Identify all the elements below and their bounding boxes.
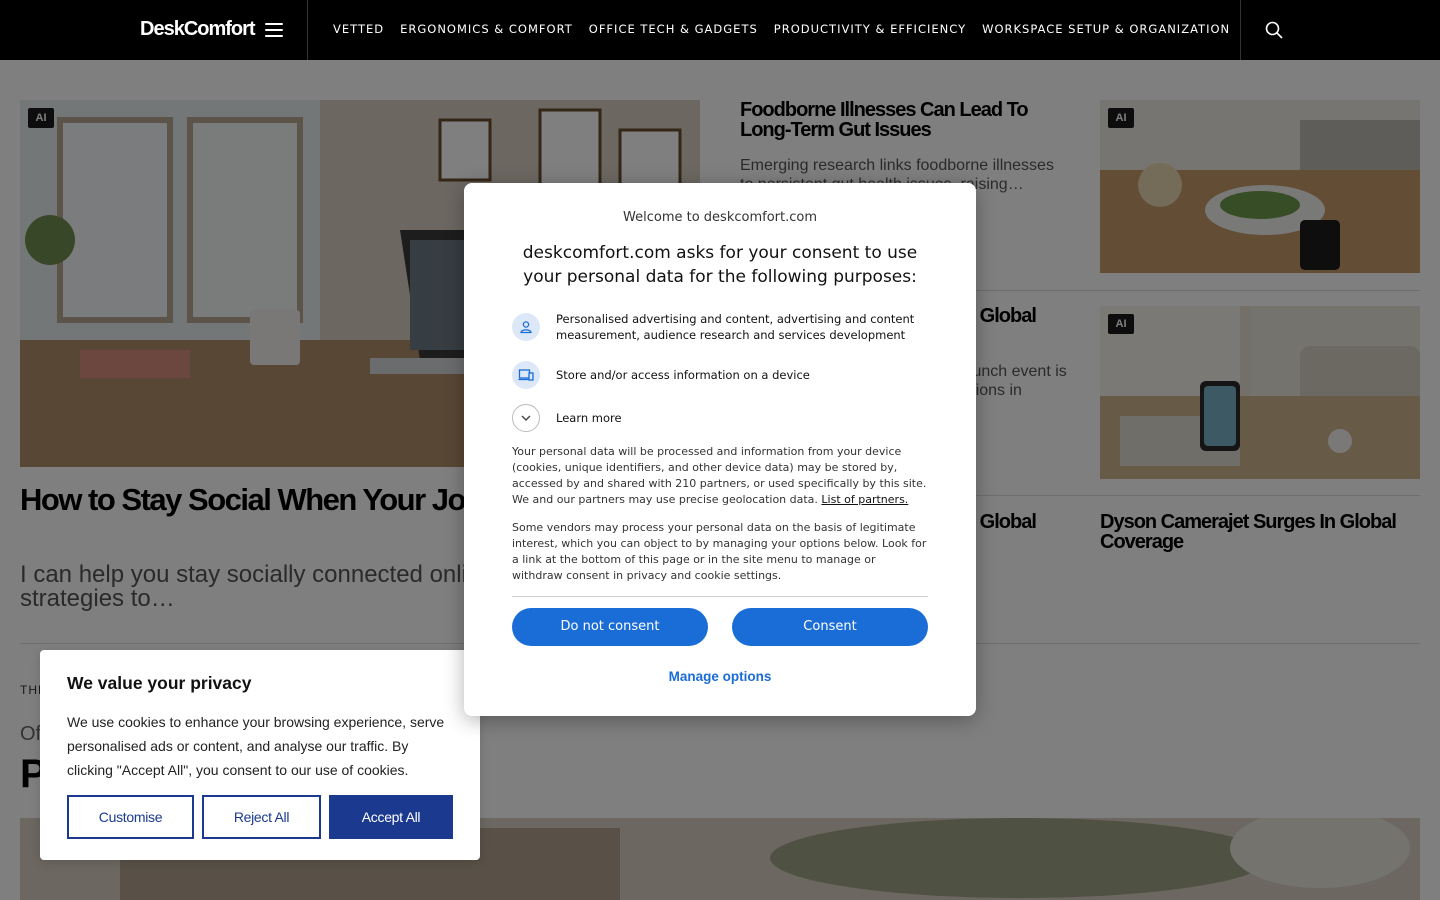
divider (512, 596, 928, 597)
partners-link[interactable]: List of partners. (821, 493, 908, 506)
reject-all-button[interactable]: Reject All (202, 795, 321, 839)
chevron-down-icon[interactable] (512, 404, 540, 432)
cookie-text: We use cookies to enhance your browsing … (67, 714, 445, 778)
consent-button[interactable]: Consent (732, 608, 928, 646)
devices-icon (512, 361, 540, 389)
cookie-banner: We value your privacy We use cookies to … (40, 650, 480, 860)
manage-options-link[interactable]: Manage options (464, 669, 976, 684)
menu-icon[interactable] (265, 23, 283, 37)
purpose-item: Store and/or access information on a dev… (512, 361, 928, 389)
purpose-label: Personalised advertising and content, ad… (556, 312, 915, 342)
divider (1240, 0, 1241, 60)
consent-paragraph: Your personal data will be processed and… (512, 444, 928, 508)
cookie-title: We value your privacy (67, 673, 252, 693)
nav-workspace[interactable]: WORKSPACE SETUP & ORGANIZATION (982, 22, 1230, 36)
nav-vetted[interactable]: VETTED (333, 22, 384, 36)
learn-more-toggle[interactable]: Learn more (512, 404, 928, 432)
dialog-welcome: Welcome to deskcomfort.com (623, 210, 817, 225)
search-icon[interactable] (1264, 20, 1284, 40)
purpose-item: Personalised advertising and content, ad… (512, 311, 928, 343)
site-logo[interactable]: DeskComfort (140, 18, 256, 41)
do-not-consent-button[interactable]: Do not consent (512, 608, 708, 646)
dialog-headline: deskcomfort.com asks for your consent to… (522, 243, 918, 287)
nav-office-tech[interactable]: OFFICE TECH & GADGETS (589, 22, 758, 36)
accept-all-button[interactable]: Accept All (329, 795, 453, 839)
main-nav: VETTED ERGONOMICS & COMFORT OFFICE TECH … (333, 22, 1230, 36)
purpose-label: Store and/or access information on a dev… (556, 368, 810, 382)
divider (307, 0, 308, 60)
customise-button[interactable]: Customise (67, 795, 194, 839)
nav-ergonomics[interactable]: ERGONOMICS & COMFORT (400, 22, 573, 36)
consent-paragraph: Some vendors may process your personal d… (512, 521, 927, 582)
person-icon (512, 313, 540, 341)
nav-productivity[interactable]: PRODUCTIVITY & EFFICIENCY (774, 22, 966, 36)
consent-dialog: Welcome to deskcomfort.com deskcomfort.c… (464, 183, 976, 716)
learn-more-label[interactable]: Learn more (556, 410, 622, 426)
site-header: DeskComfort VETTED ERGONOMICS & COMFORT … (0, 0, 1440, 60)
